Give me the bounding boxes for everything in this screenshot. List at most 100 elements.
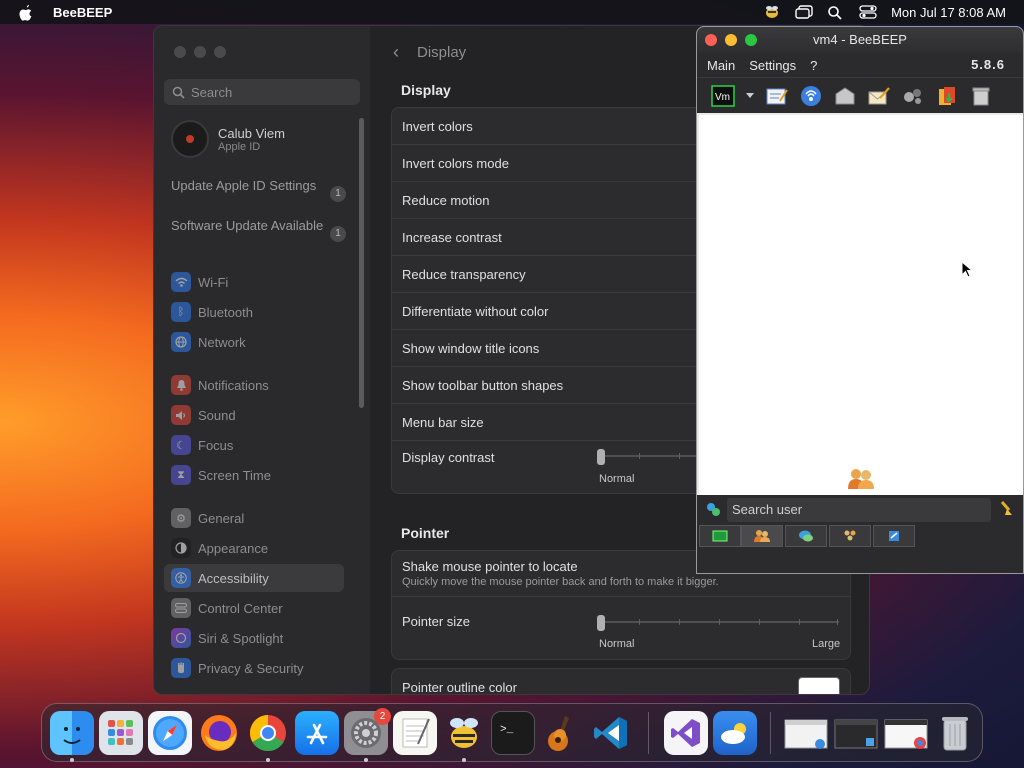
finder-icon[interactable] — [50, 711, 94, 755]
update-label: Update Apple ID Settings — [171, 178, 317, 193]
sidebar-item-control-center[interactable]: Control Center — [164, 594, 344, 622]
firefox-icon[interactable] — [197, 711, 241, 755]
sidebar-item-appearance[interactable]: Appearance — [164, 534, 344, 562]
control-center-icon[interactable] — [859, 5, 877, 19]
menu-help[interactable]: ? — [810, 58, 817, 73]
tab-shared-files[interactable] — [873, 525, 915, 547]
sidebar-item-network[interactable]: Network — [164, 328, 344, 356]
network-broadcast-icon[interactable] — [799, 84, 823, 108]
wifi-icon — [171, 272, 191, 292]
puzzle-icon[interactable] — [705, 501, 721, 520]
recent-window-thumbnail-3[interactable] — [883, 711, 929, 755]
edit-profile-icon[interactable] — [765, 84, 789, 108]
spotlight-search-icon[interactable] — [827, 5, 845, 20]
plugins-icon[interactable] — [901, 84, 925, 108]
visual-studio-icon[interactable] — [664, 711, 708, 755]
beebeep-status-icon[interactable] — [763, 5, 781, 19]
hourglass-icon: ⧗ — [171, 465, 191, 485]
garageband-icon[interactable] — [540, 711, 584, 755]
color-well[interactable] — [798, 677, 840, 694]
sidebar-item-label: Siri & Spotlight — [198, 630, 284, 646]
users-group-icon — [847, 467, 875, 494]
row-label: Pointer outline color — [402, 680, 517, 695]
zoom-button[interactable] — [745, 34, 757, 46]
chevron-down-icon[interactable] — [745, 84, 755, 108]
minimize-button[interactable] — [194, 46, 206, 58]
tab-users[interactable] — [741, 525, 783, 547]
tab-workgroups[interactable] — [829, 525, 871, 547]
write-message-icon[interactable] — [867, 84, 891, 108]
sidebar-item-wifi[interactable]: Wi-Fi — [164, 268, 344, 296]
sidebar-item-label: Appearance — [198, 540, 269, 556]
sidebar-item-focus[interactable]: ☾ Focus — [164, 431, 344, 459]
sidebar-item-label: Network — [198, 334, 246, 350]
sidebar-item-accessibility[interactable]: Accessibility — [164, 564, 344, 592]
vm-status-icon[interactable]: Vm — [711, 84, 735, 108]
sidebar-item-label: Focus — [198, 437, 234, 453]
account-subtitle: Apple ID — [218, 140, 261, 153]
search-user-input[interactable]: Search user — [727, 498, 991, 522]
mailbox-icon[interactable] — [833, 84, 857, 108]
sidebar-item-notifications[interactable]: Notifications — [164, 371, 344, 399]
sidebar-item-siri-spotlight[interactable]: Siri & Spotlight — [164, 624, 344, 652]
terminal-icon[interactable]: >_ — [491, 711, 535, 755]
recent-window-thumbnail-2[interactable] — [833, 711, 879, 755]
settings-search-field[interactable]: Search — [164, 79, 360, 105]
safari-icon[interactable] — [148, 711, 192, 755]
tab-chat[interactable] — [699, 525, 741, 547]
slider-min-label: Normal — [599, 638, 635, 650]
textedit-icon[interactable] — [393, 711, 437, 755]
bluetooth-icon: ᛒ — [171, 302, 191, 322]
pointer-outline-color-row[interactable]: Pointer outline color — [392, 669, 850, 695]
mouse-pointer-icon — [961, 260, 974, 282]
launchpad-icon[interactable] — [99, 711, 143, 755]
software-update-item[interactable]: Software Update Available 1 — [171, 218, 346, 242]
active-app-name[interactable]: BeeBEEP — [53, 5, 112, 20]
beebeep-user-list[interactable] — [699, 115, 1023, 495]
menu-main[interactable]: Main — [707, 58, 735, 73]
count-badge: 1 — [330, 226, 346, 242]
beebeep-toolbar: Vm — [697, 77, 1023, 113]
sidebar-item-label: General — [198, 510, 245, 526]
weather-icon[interactable] — [713, 711, 757, 755]
sidebar-item-bluetooth[interactable]: ᛒ Bluetooth — [164, 298, 344, 326]
pointer-size-row: Pointer size Normal Large — [392, 597, 850, 659]
sidebar-item-privacy-security[interactable]: Privacy & Security — [164, 654, 344, 682]
beebeep-dock-icon[interactable] — [442, 711, 486, 755]
menu-bar-clock[interactable]: Mon Jul 17 8:08 AM — [891, 5, 1006, 20]
slider-knob[interactable] — [597, 449, 605, 465]
minimize-button[interactable] — [725, 34, 737, 46]
row-label: Pointer size — [402, 614, 470, 629]
zoom-button[interactable] — [214, 46, 226, 58]
recent-window-thumbnail-1[interactable] — [783, 711, 829, 755]
chrome-icon[interactable] — [246, 711, 290, 755]
page-title: Display — [417, 44, 467, 61]
menu-settings[interactable]: Settings — [749, 58, 796, 73]
user-search-bar: Search user — [697, 495, 1023, 525]
window-switcher-icon[interactable] — [795, 5, 813, 19]
close-button[interactable] — [705, 34, 717, 46]
appearance-icon — [171, 538, 191, 558]
update-apple-id-item[interactable]: Update Apple ID Settings 1 — [171, 178, 346, 202]
trash-icon[interactable] — [933, 711, 977, 755]
vscode-icon[interactable] — [589, 711, 633, 755]
tab-groups[interactable] — [785, 525, 827, 547]
sidebar-item-screen-time[interactable]: ⧗ Screen Time — [164, 461, 344, 489]
clear-search-icon[interactable] — [999, 501, 1013, 520]
sidebar-item-sound[interactable]: Sound — [164, 401, 344, 429]
app-store-icon[interactable] — [295, 711, 339, 755]
apple-menu-icon[interactable] — [18, 4, 36, 21]
apple-id-account[interactable]: Calub Viem Apple ID — [171, 120, 285, 158]
beebeep-window: vm4 - BeeBEEP Main Settings ? 5.8.6 Vm S… — [696, 26, 1024, 574]
back-chevron-icon[interactable]: ‹ — [393, 42, 399, 63]
sidebar-scrollbar[interactable] — [359, 118, 364, 408]
gear-icon: ⚙ — [171, 508, 191, 528]
close-button[interactable] — [174, 46, 186, 58]
pointer-size-slider[interactable] — [597, 615, 839, 631]
trash-icon[interactable] — [969, 84, 993, 108]
share-files-icon[interactable] — [935, 84, 959, 108]
row-label: Menu bar size — [402, 414, 484, 430]
slider-knob[interactable] — [597, 615, 605, 631]
row-label: Reduce motion — [402, 192, 490, 208]
sidebar-item-general[interactable]: ⚙ General — [164, 504, 344, 532]
